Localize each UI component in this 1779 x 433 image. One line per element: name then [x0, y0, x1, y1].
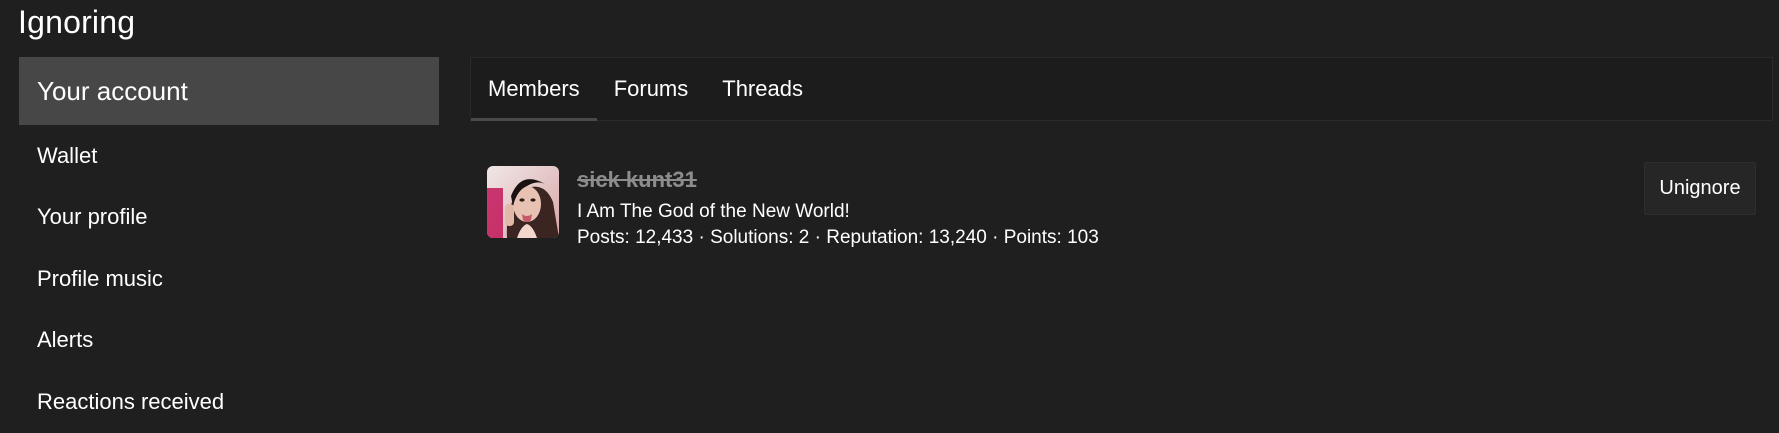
member-custom-title: I Am The God of the New World! — [577, 201, 850, 222]
tab-members[interactable]: Members — [471, 58, 597, 121]
tab-threads[interactable]: Threads — [705, 58, 820, 120]
sidebar-item-your-profile[interactable]: Your profile — [19, 187, 439, 249]
member-stats: Posts: 12,433 · Solutions: 2 · Reputatio… — [577, 227, 1099, 248]
sidebar-item-profile-music[interactable]: Profile music — [19, 248, 439, 310]
user-avatar[interactable] — [487, 166, 559, 238]
page-title: Ignoring — [18, 4, 136, 40]
ignoring-tab-bar: Members Forums Threads — [470, 57, 1773, 121]
user-avatar-photo-icon — [487, 166, 559, 238]
unignore-button[interactable]: Unignore — [1644, 162, 1756, 215]
account-sidebar: Your account Wallet Your profile Profile… — [19, 57, 439, 433]
sidebar-item-reactions-received[interactable]: Reactions received — [19, 371, 439, 433]
tab-forums[interactable]: Forums — [597, 58, 706, 120]
ignored-member-row: sick kunt31 I Am The God of the New Worl… — [487, 166, 1757, 248]
sidebar-item-alerts[interactable]: Alerts — [19, 310, 439, 372]
member-username-link[interactable]: sick kunt31 — [577, 166, 1099, 196]
sidebar-header-your-account[interactable]: Your account — [19, 57, 439, 125]
sidebar-item-wallet[interactable]: Wallet — [19, 125, 439, 187]
